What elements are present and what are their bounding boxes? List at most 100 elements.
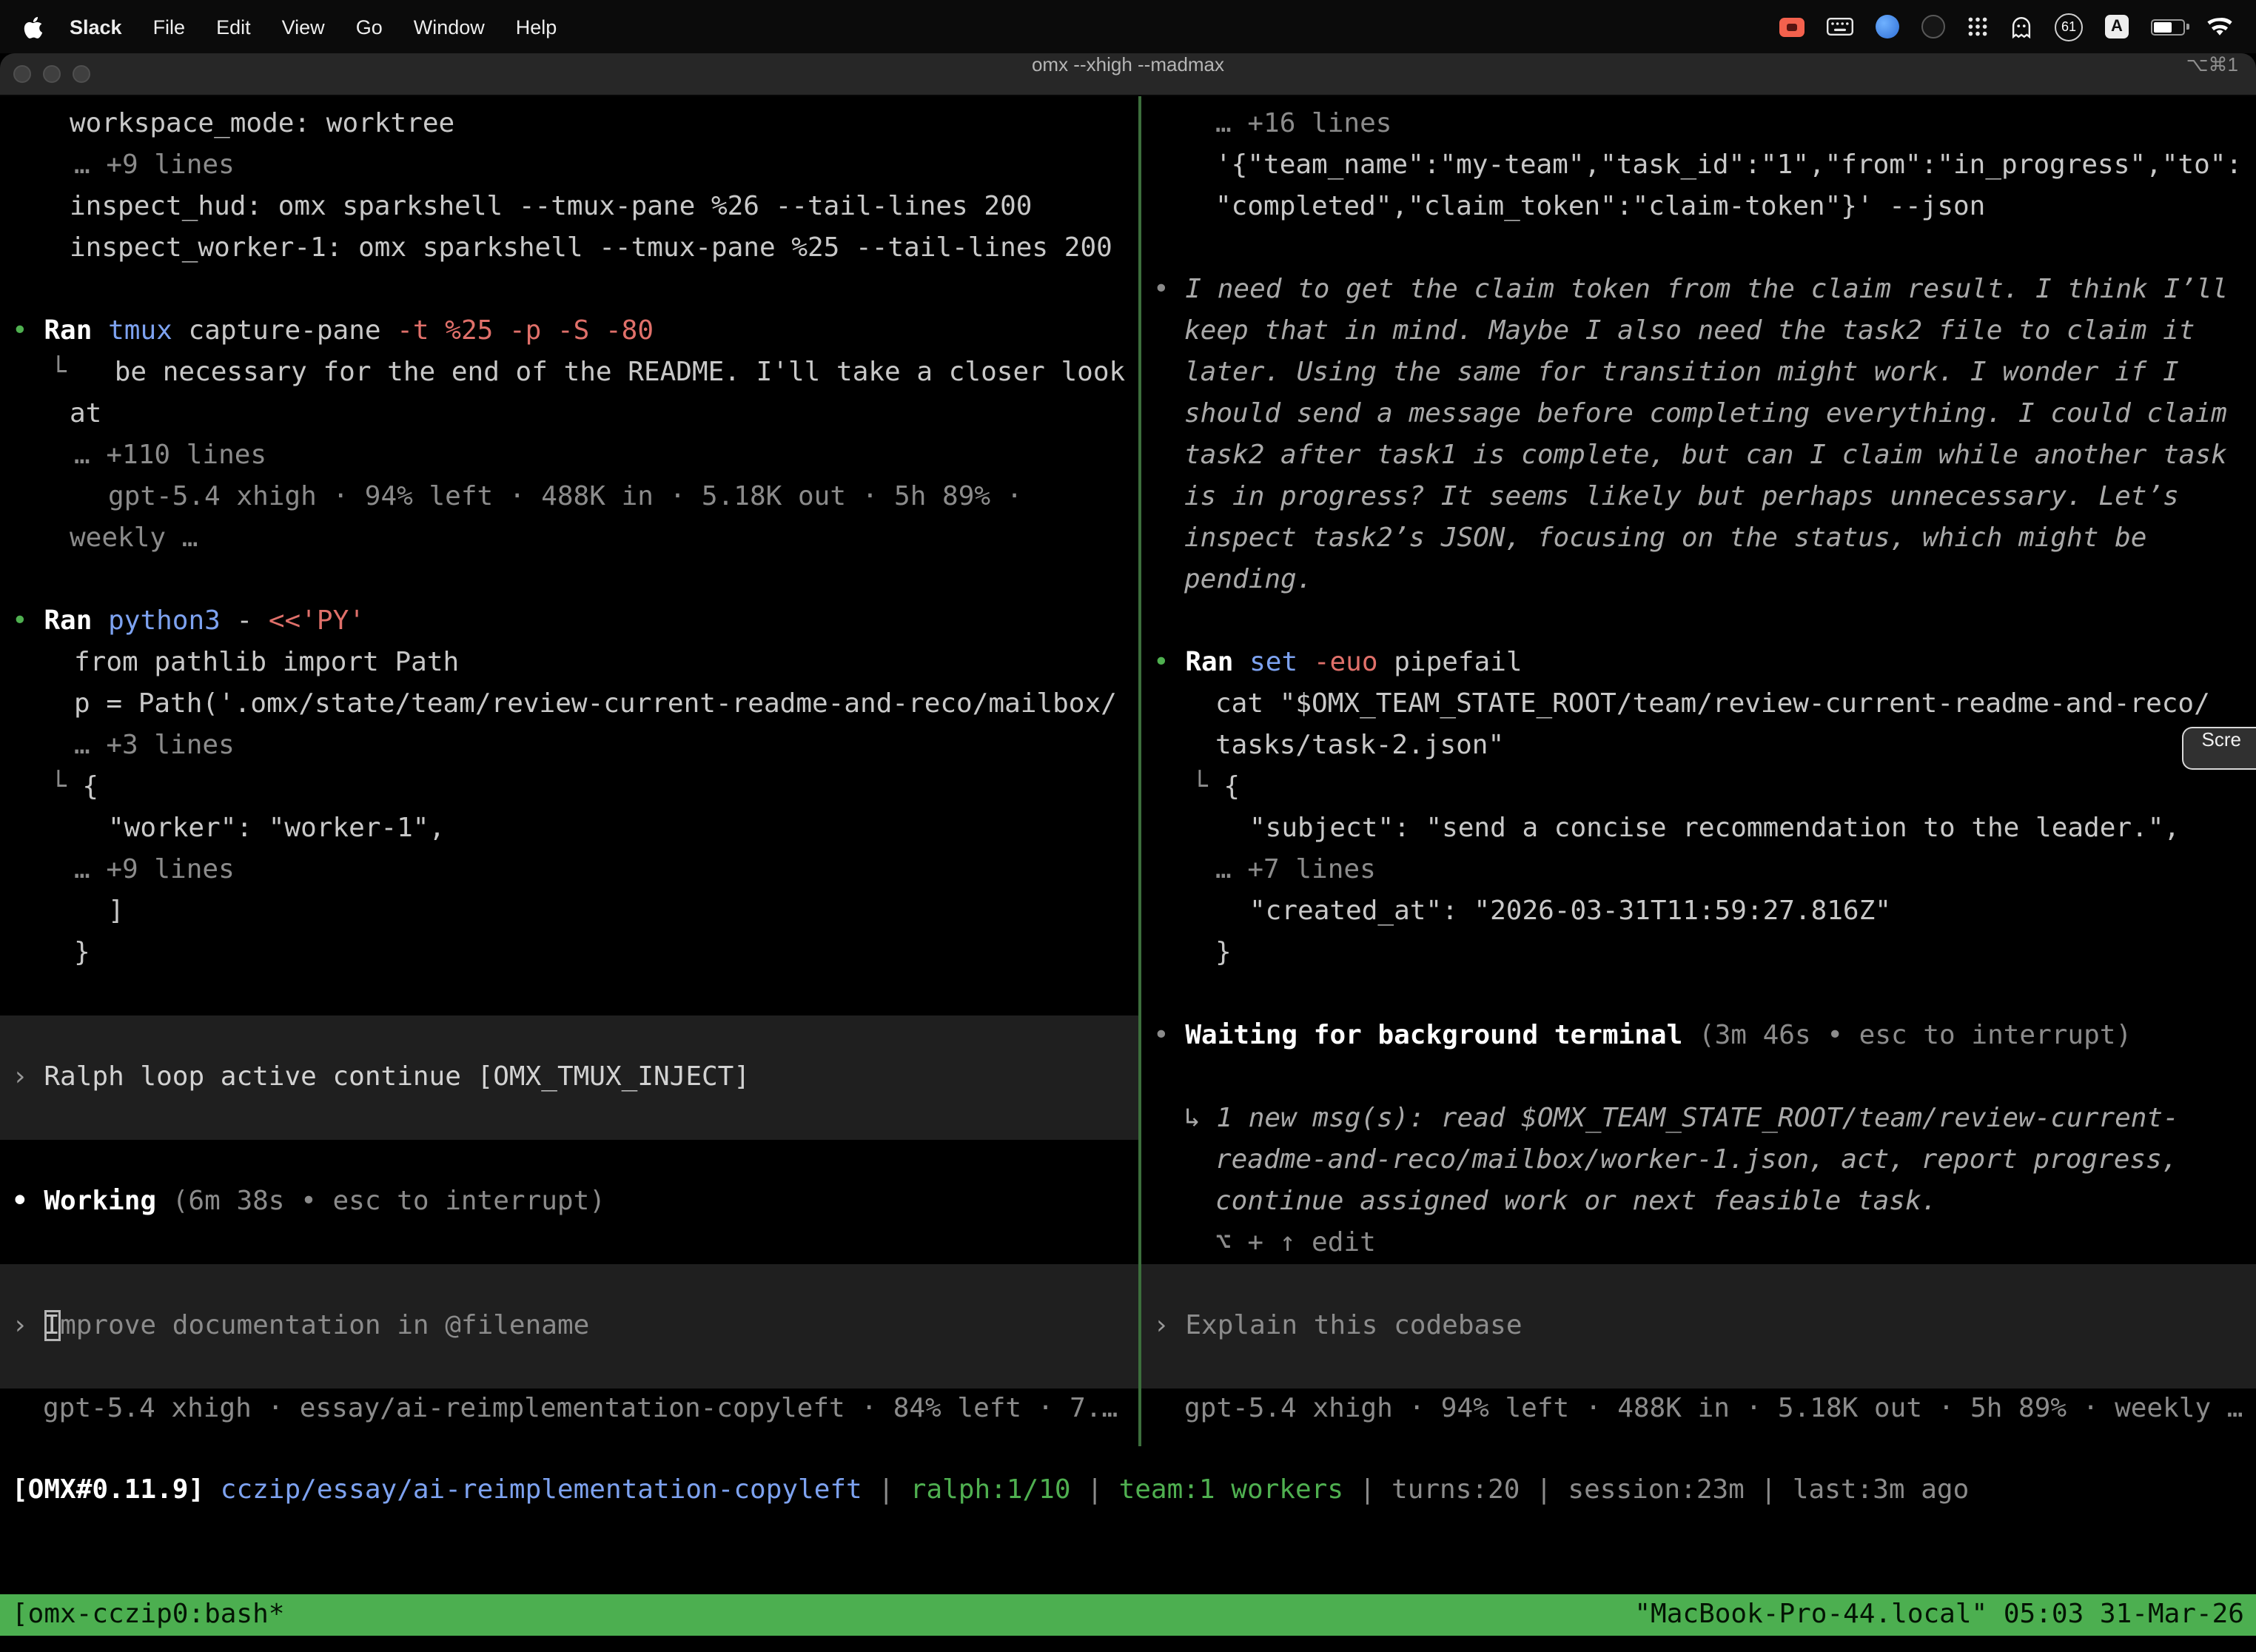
battery-percentage-badge[interactable]: 61 bbox=[2055, 13, 2083, 41]
app-menus: Slack File Edit View Go Window Help bbox=[70, 16, 557, 38]
terminal-line bbox=[0, 1347, 1138, 1389]
menu-item-edit[interactable]: Edit bbox=[216, 16, 251, 38]
tmux-session-label: [omx-cczip0:bash* bbox=[12, 1594, 284, 1636]
apps-grid-icon[interactable] bbox=[1967, 16, 1988, 37]
terminal-window: omx --xhigh --madmax ⌥⌘1 workspace_mode:… bbox=[0, 53, 2256, 1636]
terminal-line: weekly … bbox=[0, 518, 1138, 560]
input-line[interactable]: › Explain this codebase bbox=[1141, 1306, 2256, 1347]
battery-percentage-value: 61 bbox=[2061, 19, 2076, 34]
window-title-bar[interactable]: omx --xhigh --madmax ⌥⌘1 bbox=[0, 53, 2256, 96]
terminal-line: └ { bbox=[1141, 767, 2256, 808]
terminal-line: task2 after task1 is complete, but can I… bbox=[1141, 435, 2256, 477]
terminal-line: • I need to get the claim token from the… bbox=[1141, 269, 2256, 311]
menu-item-help[interactable]: Help bbox=[516, 16, 557, 38]
dark-circle-app-icon[interactable] bbox=[1921, 15, 1945, 38]
terminal-line: ↳ 1 new msg(s): read $OMX_TEAM_STATE_ROO… bbox=[1141, 1098, 2256, 1140]
screen-overlay-button[interactable]: Scre bbox=[2183, 727, 2256, 770]
terminal-line bbox=[1141, 1057, 2256, 1098]
input-line[interactable]: › Improve documentation in @filename bbox=[0, 1306, 1138, 1347]
terminal-line: gpt-5.4 xhigh · essay/ai-reimplementatio… bbox=[0, 1389, 1138, 1430]
terminal-line: • Waiting for background terminal (3m 46… bbox=[1141, 1015, 2256, 1057]
terminal-line: [OMX#0.11.9] cczip/essay/ai-reimplementa… bbox=[0, 1470, 2256, 1511]
menu-item-go[interactable]: Go bbox=[356, 16, 383, 38]
keyboard-icon[interactable] bbox=[1827, 18, 1853, 36]
recording-stop-glyph bbox=[1787, 23, 1797, 30]
terminal-line: readme-and-reco/mailbox/worker-1.json, a… bbox=[1141, 1140, 2256, 1181]
screen: Slack File Edit View Go Window Help 61 A bbox=[0, 0, 2256, 1652]
screen-recording-indicator-icon[interactable] bbox=[1779, 17, 1805, 36]
terminal-line bbox=[0, 974, 1138, 1015]
terminal-line: └ { bbox=[0, 767, 1138, 808]
right-terminal-pane[interactable]: … +16 lines'{"team_name":"my-team","task… bbox=[1141, 96, 2256, 1437]
window-shortcut-hint: ⌥⌘1 bbox=[2186, 53, 2238, 95]
menu-item-window[interactable]: Window bbox=[414, 16, 485, 38]
terminal-content: workspace_mode: worktree… +9 linesinspec… bbox=[0, 96, 2256, 1594]
terminal-line: inspect task2’s JSON, focusing on the st… bbox=[1141, 518, 2256, 560]
battery-fill bbox=[2154, 21, 2172, 32]
terminal-line: ⌥ + ↑ edit bbox=[1141, 1223, 2256, 1264]
terminal-line: '{"team_name":"my-team","task_id":"1","f… bbox=[1141, 145, 2256, 187]
ghost-terminal-icon[interactable] bbox=[2010, 16, 2032, 38]
terminal-line: • Working (6m 38s • esc to interrupt) bbox=[0, 1181, 1138, 1223]
window-title: omx --xhigh --madmax bbox=[0, 53, 2256, 95]
terminal-line bbox=[0, 1264, 1138, 1306]
terminal-line: from pathlib import Path bbox=[0, 642, 1138, 684]
apple-menu-icon[interactable] bbox=[24, 16, 43, 38]
terminal-line bbox=[1141, 974, 2256, 1015]
terminal-line: } bbox=[1141, 933, 2256, 974]
terminal-line bbox=[1141, 601, 2256, 642]
terminal-line bbox=[1141, 1264, 2256, 1306]
terminal-line: gpt-5.4 xhigh · 94% left · 488K in · 5.1… bbox=[1141, 1389, 2256, 1430]
menu-item-view[interactable]: View bbox=[282, 16, 325, 38]
terminal-line: … +3 lines bbox=[0, 725, 1138, 767]
terminal-line: continue assigned work or next feasible … bbox=[1141, 1181, 2256, 1223]
terminal-line: "subject": "send a concise recommendatio… bbox=[1141, 808, 2256, 850]
terminal-line: "worker": "worker-1", bbox=[0, 808, 1138, 850]
terminal-line: … +7 lines bbox=[1141, 850, 2256, 891]
input-line[interactable]: › Ralph loop active continue [OMX_TMUX_I… bbox=[0, 1057, 1138, 1098]
terminal-line: └ be necessary for the end of the README… bbox=[0, 352, 1138, 394]
terminal-line bbox=[1141, 228, 2256, 269]
terminal-line: … +110 lines bbox=[0, 435, 1138, 477]
terminal-line: inspect_worker-1: omx sparkshell --tmux-… bbox=[0, 228, 1138, 269]
tmux-host-clock: "MacBook-Pro-44.local" 05:03 31-Mar-26 bbox=[1634, 1594, 2244, 1636]
terminal-line: at bbox=[0, 394, 1138, 435]
battery-icon[interactable] bbox=[2151, 19, 2185, 35]
terminal-line: should send a message before completing … bbox=[1141, 394, 2256, 435]
terminal-line: "completed","claim_token":"claim-token"}… bbox=[1141, 187, 2256, 228]
terminal-line bbox=[0, 1015, 1138, 1057]
terminal-line: keep that in mind. Maybe I also need the… bbox=[1141, 311, 2256, 352]
terminal-line: gpt-5.4 xhigh · 94% left · 488K in · 5.1… bbox=[0, 477, 1138, 518]
blue-app-icon[interactable] bbox=[1876, 15, 1899, 38]
menu-bar: Slack File Edit View Go Window Help 61 A bbox=[0, 0, 2256, 53]
tmux-status-bar: [omx-cczip0:bash* "MacBook-Pro-44.local"… bbox=[0, 1594, 2256, 1636]
menu-item-file[interactable]: File bbox=[153, 16, 186, 38]
wifi-icon[interactable] bbox=[2207, 17, 2232, 36]
terminal-line: • Ran python3 - <<'PY' bbox=[0, 601, 1138, 642]
terminal-line: … +9 lines bbox=[0, 145, 1138, 187]
terminal-line: pending. bbox=[1141, 560, 2256, 601]
terminal-line: tasks/task-2.json" bbox=[1141, 725, 2256, 767]
terminal-line bbox=[0, 560, 1138, 601]
terminal-line bbox=[0, 1223, 1138, 1264]
terminal-line bbox=[0, 1098, 1138, 1140]
terminal-line bbox=[1141, 1347, 2256, 1389]
terminal-line: … +16 lines bbox=[1141, 104, 2256, 145]
left-terminal-pane[interactable]: workspace_mode: worktree… +9 linesinspec… bbox=[0, 96, 1138, 1437]
terminal-line: • Ran set -euo pipefail bbox=[1141, 642, 2256, 684]
terminal-line: cat "$OMX_TEAM_STATE_ROOT/team/review-cu… bbox=[1141, 684, 2256, 725]
terminal-line: "created_at": "2026-03-31T11:59:27.816Z" bbox=[1141, 891, 2256, 933]
terminal-line: inspect_hud: omx sparkshell --tmux-pane … bbox=[0, 187, 1138, 228]
terminal-line: … +9 lines bbox=[0, 850, 1138, 891]
input-source-icon[interactable]: A bbox=[2105, 15, 2129, 38]
input-source-letter: A bbox=[2111, 18, 2123, 36]
battery-nub bbox=[2186, 24, 2189, 30]
active-app-name[interactable]: Slack bbox=[70, 16, 122, 38]
terminal-line: } bbox=[0, 933, 1138, 974]
omx-status-line: [OMX#0.11.9] cczip/essay/ai-reimplementa… bbox=[0, 1470, 2256, 1511]
terminal-line: later. Using the same for transition mig… bbox=[1141, 352, 2256, 394]
menu-bar-status-icons: 61 A bbox=[1779, 13, 2232, 41]
terminal-line: is in progress? It seems likely but perh… bbox=[1141, 477, 2256, 518]
terminal-line: p = Path('.omx/state/team/review-current… bbox=[0, 684, 1138, 725]
terminal-line bbox=[0, 269, 1138, 311]
